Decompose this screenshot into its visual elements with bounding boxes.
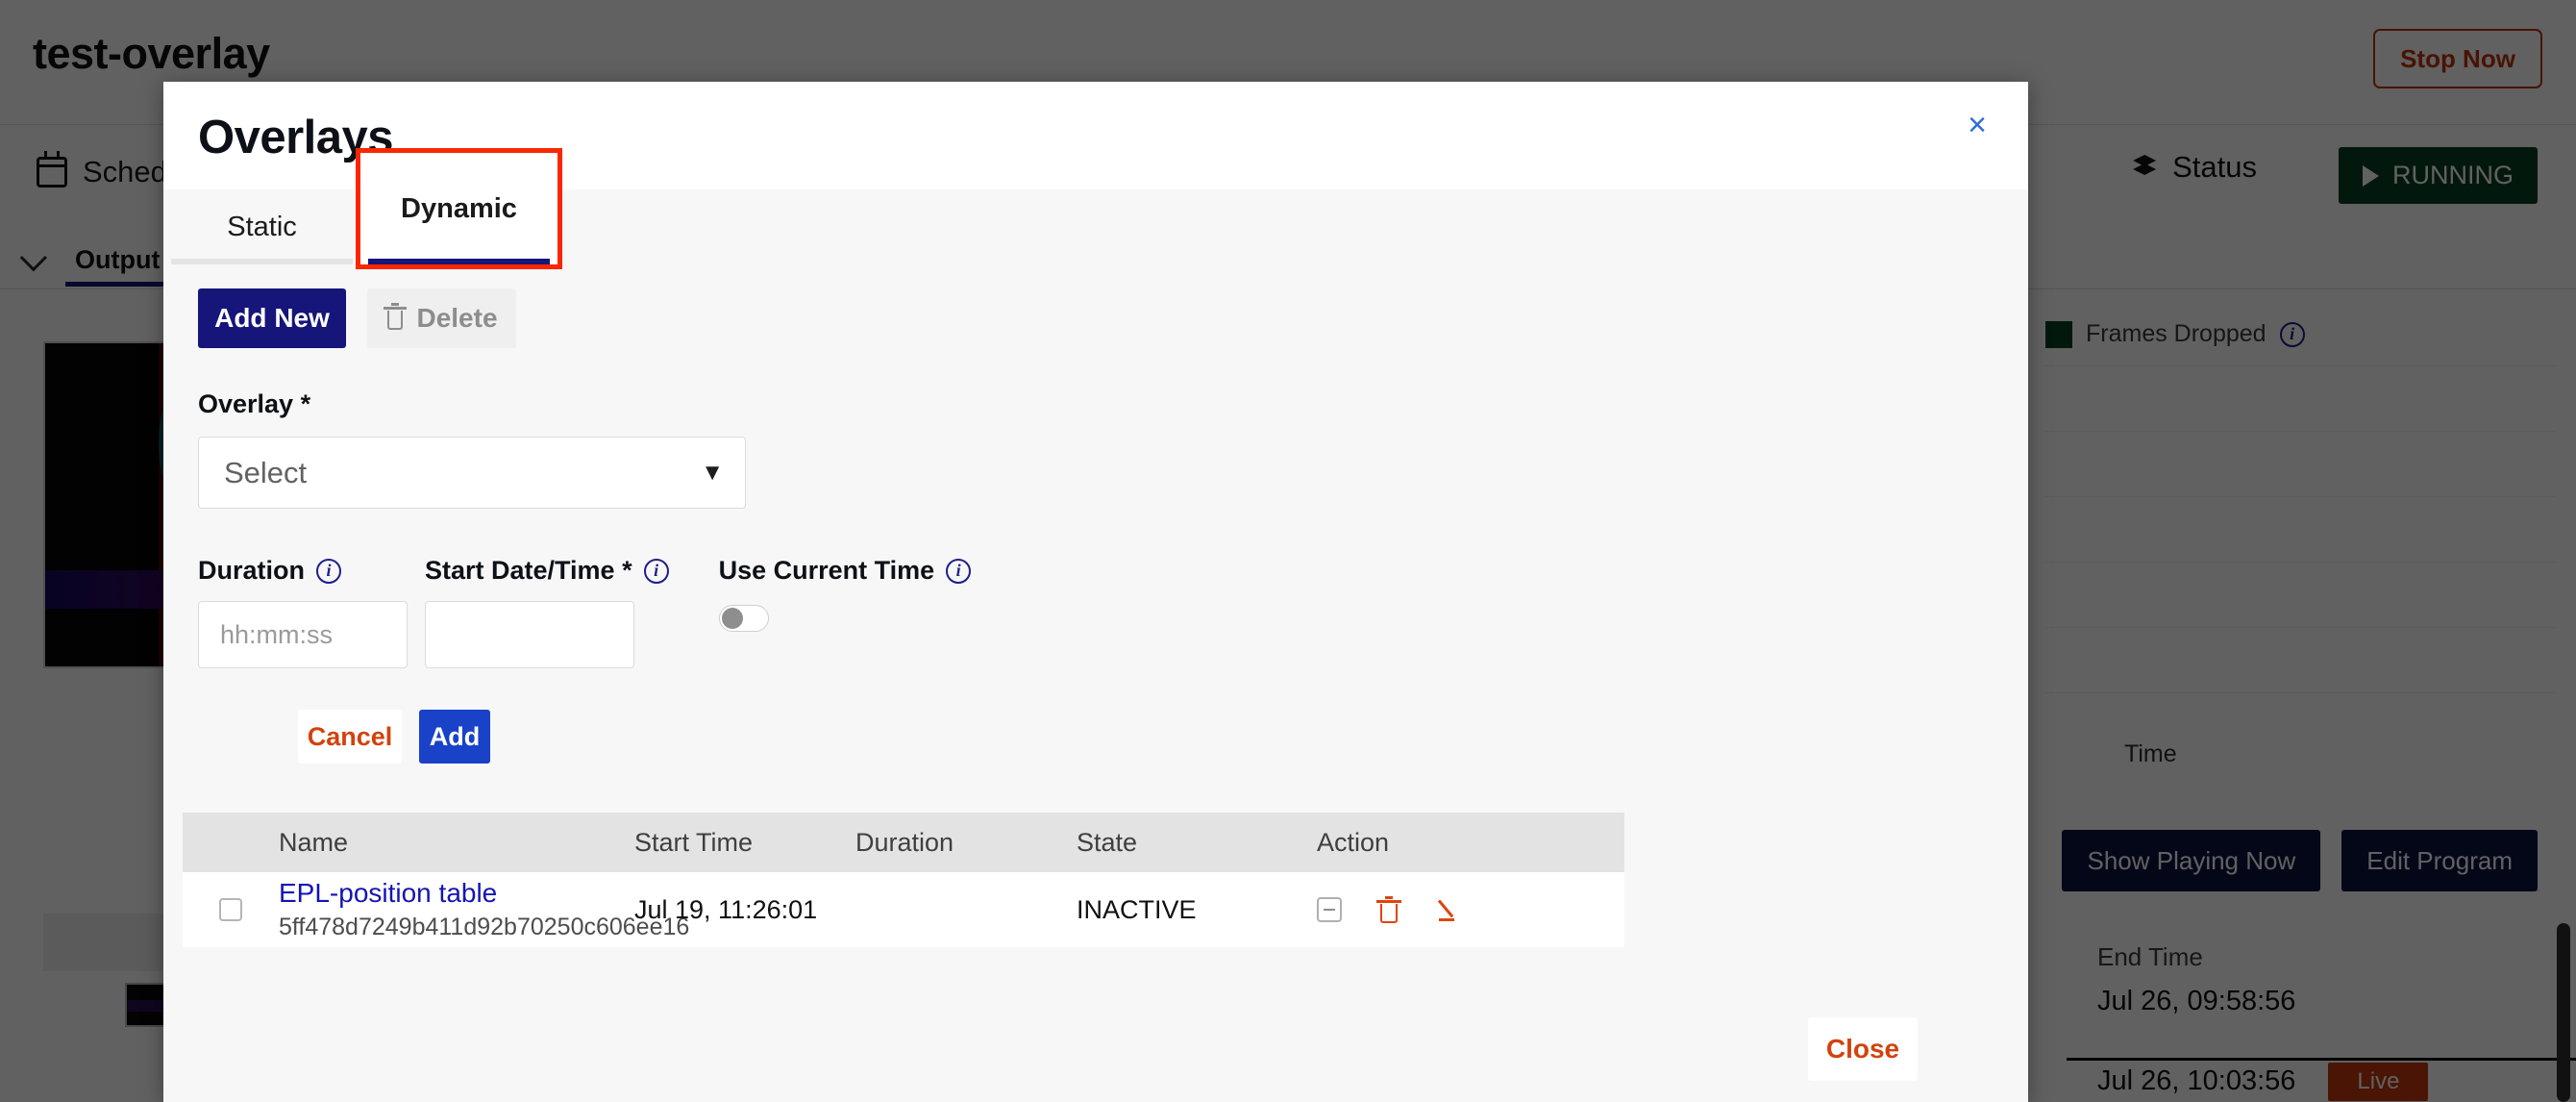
edit-row-icon[interactable] <box>1436 896 1463 923</box>
overlay-select-value: Select <box>224 455 308 489</box>
overlay-field: Overlay * Select ▼ <box>198 389 746 509</box>
overlay-field-label: Overlay * <box>198 389 311 418</box>
row-checkbox-cell <box>183 898 279 921</box>
table-row[interactable]: EPL-position table 5ff478d7249b411d92b70… <box>183 872 1624 947</box>
use-current-time-toggle[interactable] <box>718 605 769 632</box>
stop-icon[interactable] <box>1317 897 1342 922</box>
row-start-time: Jul 19, 11:26:01 <box>634 894 818 924</box>
dialog-footer: Close <box>163 996 2028 1102</box>
use-current-time-field: Use Current Time i <box>718 556 972 632</box>
add-button[interactable]: Add <box>419 710 490 764</box>
trash-icon <box>384 303 408 330</box>
tab-dynamic[interactable]: Dynamic <box>356 148 562 269</box>
tab-static[interactable]: Static <box>163 189 360 264</box>
delete-button-label: Delete <box>416 303 498 333</box>
tab-dynamic-underline <box>368 259 550 264</box>
row-state: INACTIVE <box>1077 894 1197 924</box>
table-header-action: Action <box>1317 827 1390 857</box>
row-action-cell <box>1317 896 1624 923</box>
start-datetime-field: Start Date/Time * i <box>425 556 669 668</box>
table-header-state: State <box>1077 827 1138 857</box>
tab-dynamic-label: Dynamic <box>401 192 517 224</box>
tab-static-label: Static <box>227 211 297 242</box>
overlay-select[interactable]: Select ▼ <box>198 437 746 509</box>
table-header-name: Name <box>279 827 349 857</box>
dialog-tabs: Static Dynamic <box>163 148 2028 269</box>
info-icon[interactable]: i <box>643 558 669 584</box>
duration-input[interactable]: hh:mm:ss <box>198 601 408 668</box>
table-header-duration: Duration <box>855 827 954 857</box>
close-icon[interactable]: × <box>1957 105 1997 145</box>
table-header-row: Name Start Time Duration State Action <box>183 813 1624 872</box>
duration-field: Duration i hh:mm:ss <box>198 556 408 668</box>
toggle-knob <box>721 608 743 629</box>
chevron-down-icon: ▼ <box>701 459 724 486</box>
row-name-link[interactable]: EPL-position table <box>279 878 634 909</box>
table-header-start-time: Start Time <box>634 827 754 857</box>
row-name-cell: EPL-position table 5ff478d7249b411d92b70… <box>279 878 690 941</box>
row-id: 5ff478d7249b411d92b70250c606ee16 <box>279 914 690 940</box>
start-datetime-input[interactable] <box>425 601 634 668</box>
info-icon[interactable]: i <box>946 558 972 584</box>
start-datetime-label: Start Date/Time * i <box>425 556 669 586</box>
use-current-time-label: Use Current Time i <box>719 556 972 586</box>
row-checkbox[interactable] <box>219 898 242 921</box>
dialog-body: Add New Delete Overlay * Select ▼ Durati… <box>163 264 2028 1102</box>
overlays-dialog: Overlays × Static Dynamic Add New Delete… <box>163 82 2028 1102</box>
form-actions: Cancel Add <box>298 710 490 764</box>
add-new-button[interactable]: Add New <box>198 288 346 348</box>
delete-button[interactable]: Delete <box>367 288 516 348</box>
duration-label-text: Duration <box>198 556 305 585</box>
close-button[interactable]: Close <box>1808 1017 1918 1081</box>
start-datetime-label-text: Start Date/Time * <box>425 556 632 585</box>
dialog-toolbar: Add New Delete <box>198 288 516 348</box>
delete-row-icon[interactable] <box>1376 896 1401 923</box>
duration-label: Duration i <box>198 556 408 586</box>
cancel-button[interactable]: Cancel <box>298 710 402 764</box>
info-icon[interactable]: i <box>316 558 341 584</box>
overlays-table: Name Start Time Duration State Action EP… <box>183 813 1624 947</box>
form-row: Duration i hh:mm:ss Start Date/Time * i … <box>198 556 972 668</box>
use-current-time-label-text: Use Current Time <box>718 556 935 585</box>
